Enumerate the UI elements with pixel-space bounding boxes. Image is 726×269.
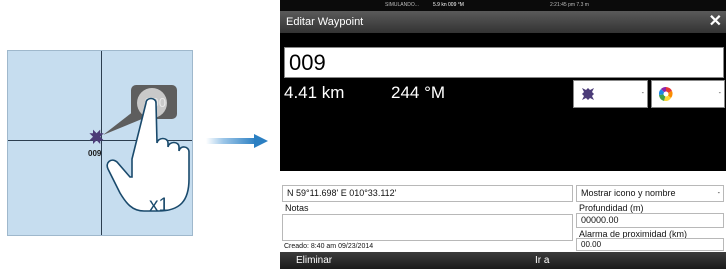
icon-dropdown[interactable]: - xyxy=(573,80,648,108)
chevron-down-icon: - xyxy=(717,190,720,197)
screenshot-stage: 009 009 x1 SIMULANDO... xyxy=(0,0,726,269)
position-field[interactable]: N 59°11.698' E 010°33.112' xyxy=(282,185,573,202)
waypoint-label: 009 xyxy=(88,149,102,158)
notes-label: Notas xyxy=(285,203,309,213)
dialog-title: Editar Waypoint xyxy=(280,11,726,33)
status-bar: SIMULANDO... 5.9 kn 009 °M 2:21:45 pm 7.… xyxy=(280,0,726,11)
edit-waypoint-dialog: SIMULANDO... 5.9 kn 009 °M 2:21:45 pm 7.… xyxy=(280,0,726,269)
status-sim: SIMULANDO... xyxy=(385,2,419,8)
created-timestamp: Creado: 8:40 am 09/23/2014 xyxy=(284,243,374,250)
depth-field[interactable]: 00000.00 xyxy=(576,213,724,228)
waypoint-symbol-icon xyxy=(582,88,594,100)
chevron-down-icon: - xyxy=(641,90,644,97)
delete-button[interactable]: Eliminar xyxy=(280,252,380,269)
chart-map[interactable]: 009 009 x1 xyxy=(7,50,193,236)
status-speed: 5.9 kn 009 °M xyxy=(433,2,464,8)
close-icon[interactable]: ✕ xyxy=(709,13,722,31)
tap-count-label: x1 xyxy=(149,195,170,216)
waypoint-header-panel: 009 4.41 km 244 °M - - xyxy=(280,33,726,171)
color-dropdown[interactable]: - xyxy=(651,80,725,108)
color-wheel-icon xyxy=(659,87,673,101)
status-time: 2:21:45 pm 7.3 m xyxy=(550,2,589,8)
notes-textarea[interactable] xyxy=(282,214,573,241)
chevron-down-icon: - xyxy=(718,90,721,97)
depth-label: Profundidad (m) xyxy=(579,203,644,213)
distance-value: 4.41 km xyxy=(284,83,345,102)
proximity-alarm-field[interactable]: 00.00 xyxy=(576,238,724,251)
waypoint-name-field[interactable]: 009 xyxy=(284,47,724,78)
waypoint-icon xyxy=(89,129,104,144)
dialog-action-bar: Eliminar Ir a xyxy=(280,252,726,269)
display-mode-dropdown[interactable]: Mostrar icono y nombre - xyxy=(576,185,724,202)
goto-button[interactable]: Ir a xyxy=(510,252,590,269)
arrow-right-icon xyxy=(206,134,268,148)
display-mode-value: Mostrar icono y nombre xyxy=(581,188,676,198)
bearing-value: 244 °M xyxy=(391,83,446,102)
